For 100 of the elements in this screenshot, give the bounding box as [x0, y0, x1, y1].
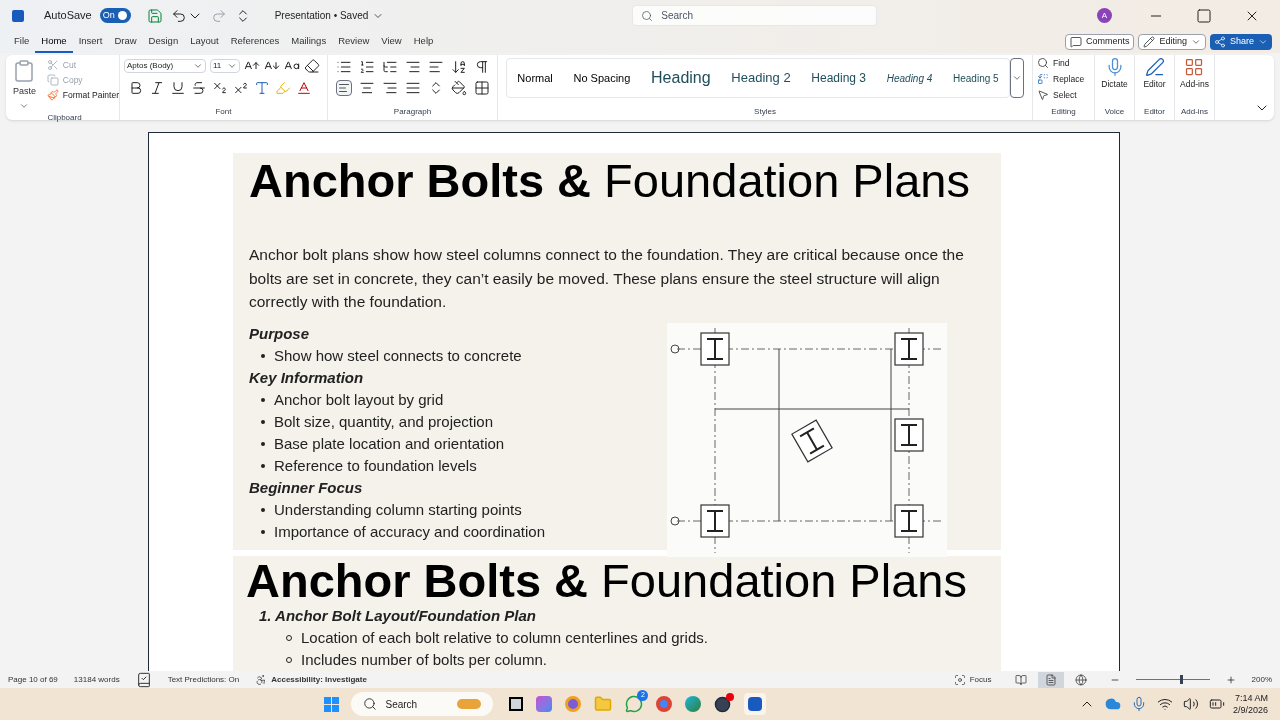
decrease-indent-icon[interactable] [405, 59, 421, 75]
multilevel-list-icon[interactable] [382, 59, 398, 75]
menu-tab[interactable]: Mailings [285, 31, 333, 53]
menu-tab[interactable]: References [224, 31, 286, 53]
app-icon[interactable] [536, 696, 553, 712]
focus-button[interactable]: Focus [953, 673, 992, 686]
justify-icon[interactable] [405, 80, 421, 96]
menu-tab[interactable]: Review [332, 31, 376, 53]
group-label: Editing [1051, 107, 1076, 116]
accessibility-icon [255, 673, 268, 686]
menu-tab[interactable]: Draw [108, 31, 143, 53]
text-predictions[interactable]: Text Predictions: On [167, 673, 240, 686]
zoom-reading[interactable]: 200% [1251, 673, 1272, 686]
format-painter-button[interactable]: Format Painter [46, 88, 119, 102]
copy-icon [46, 74, 59, 87]
underline-icon[interactable] [170, 80, 186, 96]
align-left-button[interactable] [336, 80, 352, 96]
style-option[interactable]: Heading [651, 66, 711, 90]
paste-button[interactable]: Paste [10, 59, 39, 111]
style-option[interactable]: No Spacing [573, 69, 631, 87]
clear-formatting-icon[interactable] [304, 58, 320, 74]
style-option[interactable]: Heading 3 [811, 69, 867, 87]
text-effects-icon[interactable] [254, 80, 270, 96]
start-icon[interactable] [324, 696, 340, 712]
scissors-icon [46, 59, 59, 72]
replace-button[interactable]: Replace [1037, 72, 1090, 86]
increase-indent-icon[interactable] [428, 59, 444, 75]
menu-tab[interactable]: Layout [184, 31, 225, 53]
style-option[interactable]: Heading 5 [953, 70, 999, 86]
browser-icon[interactable] [685, 696, 702, 712]
menu-tab[interactable]: Design [142, 31, 185, 53]
editor-button[interactable]: Editor [1143, 55, 1166, 91]
font-size-field[interactable]: 11 [210, 59, 240, 73]
clock-date[interactable]: 2/9/2026 [1232, 704, 1268, 716]
view-button[interactable] [1037, 671, 1064, 688]
share-button[interactable]: Share [1209, 34, 1272, 50]
comments-button[interactable]: Comments [1064, 34, 1135, 50]
slide-title: Anchor Bolts & Foundation Plans [249, 155, 971, 207]
gallery-more-button[interactable] [1010, 58, 1024, 98]
document-title[interactable]: Presentation • Saved [274, 8, 385, 23]
save-icon[interactable] [146, 7, 163, 24]
menu-tab[interactable]: File [8, 31, 36, 53]
taskbar-search-field[interactable]: Search [351, 692, 494, 716]
chat-icon[interactable] [625, 695, 644, 713]
task-view-icon[interactable] [509, 697, 524, 711]
bullets-icon[interactable] [336, 59, 352, 75]
strikethrough-icon[interactable] [191, 80, 207, 96]
pen-icon [1144, 57, 1165, 77]
search-icon [641, 9, 654, 22]
browser-icon[interactable] [656, 696, 673, 712]
bullet-icon [261, 441, 265, 446]
clock-time[interactable]: 7:14 AM [1235, 692, 1268, 704]
recorder-icon[interactable] [714, 695, 732, 713]
zoom-in-icon[interactable] [1225, 674, 1236, 685]
bullet-icon [261, 397, 265, 402]
word-app-icon[interactable] [744, 693, 767, 715]
avatar[interactable]: A [1097, 8, 1112, 23]
group-label: Styles [754, 106, 776, 116]
find-button[interactable]: Find [1037, 57, 1090, 70]
align-right-icon[interactable] [382, 80, 398, 96]
volume-icon[interactable] [1182, 696, 1199, 712]
app-icon[interactable] [565, 696, 582, 712]
numbering-icon[interactable] [359, 59, 375, 75]
editing-button[interactable]: Editing [1138, 34, 1206, 50]
menu-tab[interactable]: Insert [72, 31, 109, 53]
wifi-icon[interactable] [1156, 696, 1173, 712]
style-option[interactable]: Heading 4 [886, 70, 933, 86]
italic-icon[interactable] [149, 80, 165, 96]
subscript-icon[interactable] [212, 80, 228, 96]
paintbrush-icon [46, 88, 59, 101]
zoom-thumb[interactable] [1179, 675, 1183, 684]
borders-icon[interactable] [474, 80, 490, 96]
add-ins-button[interactable]: Add-ins [1180, 55, 1209, 91]
menu-tab[interactable]: Home [35, 31, 73, 53]
select-button[interactable]: Select [1037, 88, 1090, 102]
dictate-button[interactable]: Dictate [1101, 55, 1128, 91]
undo-icon[interactable] [170, 7, 187, 24]
bold-icon[interactable] [128, 80, 144, 96]
superscript-icon[interactable] [233, 80, 249, 96]
battery-icon[interactable] [1208, 696, 1225, 712]
autosave-toggle[interactable]: On [99, 8, 131, 23]
proofing-icon[interactable] [135, 671, 152, 688]
page-count[interactable]: Page 10 of 69 [8, 673, 58, 686]
style-option[interactable]: Heading 2 [731, 68, 791, 88]
search-field[interactable]: Search [632, 5, 878, 26]
shading-icon[interactable] [451, 80, 467, 96]
book-icon [1014, 673, 1027, 686]
sort-icon[interactable] [451, 59, 467, 75]
cloud-icon[interactable] [1104, 696, 1121, 712]
word-count[interactable]: 13184 words [73, 673, 120, 686]
menu-tab[interactable]: View [375, 31, 408, 53]
bullet-text: Reference to foundation levels [274, 455, 477, 476]
menu-tab[interactable]: Help [407, 31, 440, 53]
restore-icon[interactable] [1196, 7, 1212, 24]
accessibility-button[interactable]: Accessibility: Investigate [255, 673, 367, 686]
font-color-icon[interactable] [296, 80, 312, 96]
align-center-icon[interactable] [359, 80, 375, 96]
font-name-field[interactable]: Aptos (Body) [124, 59, 206, 73]
pilcrow-icon[interactable] [474, 59, 490, 75]
style-option[interactable]: Normal [517, 69, 553, 87]
